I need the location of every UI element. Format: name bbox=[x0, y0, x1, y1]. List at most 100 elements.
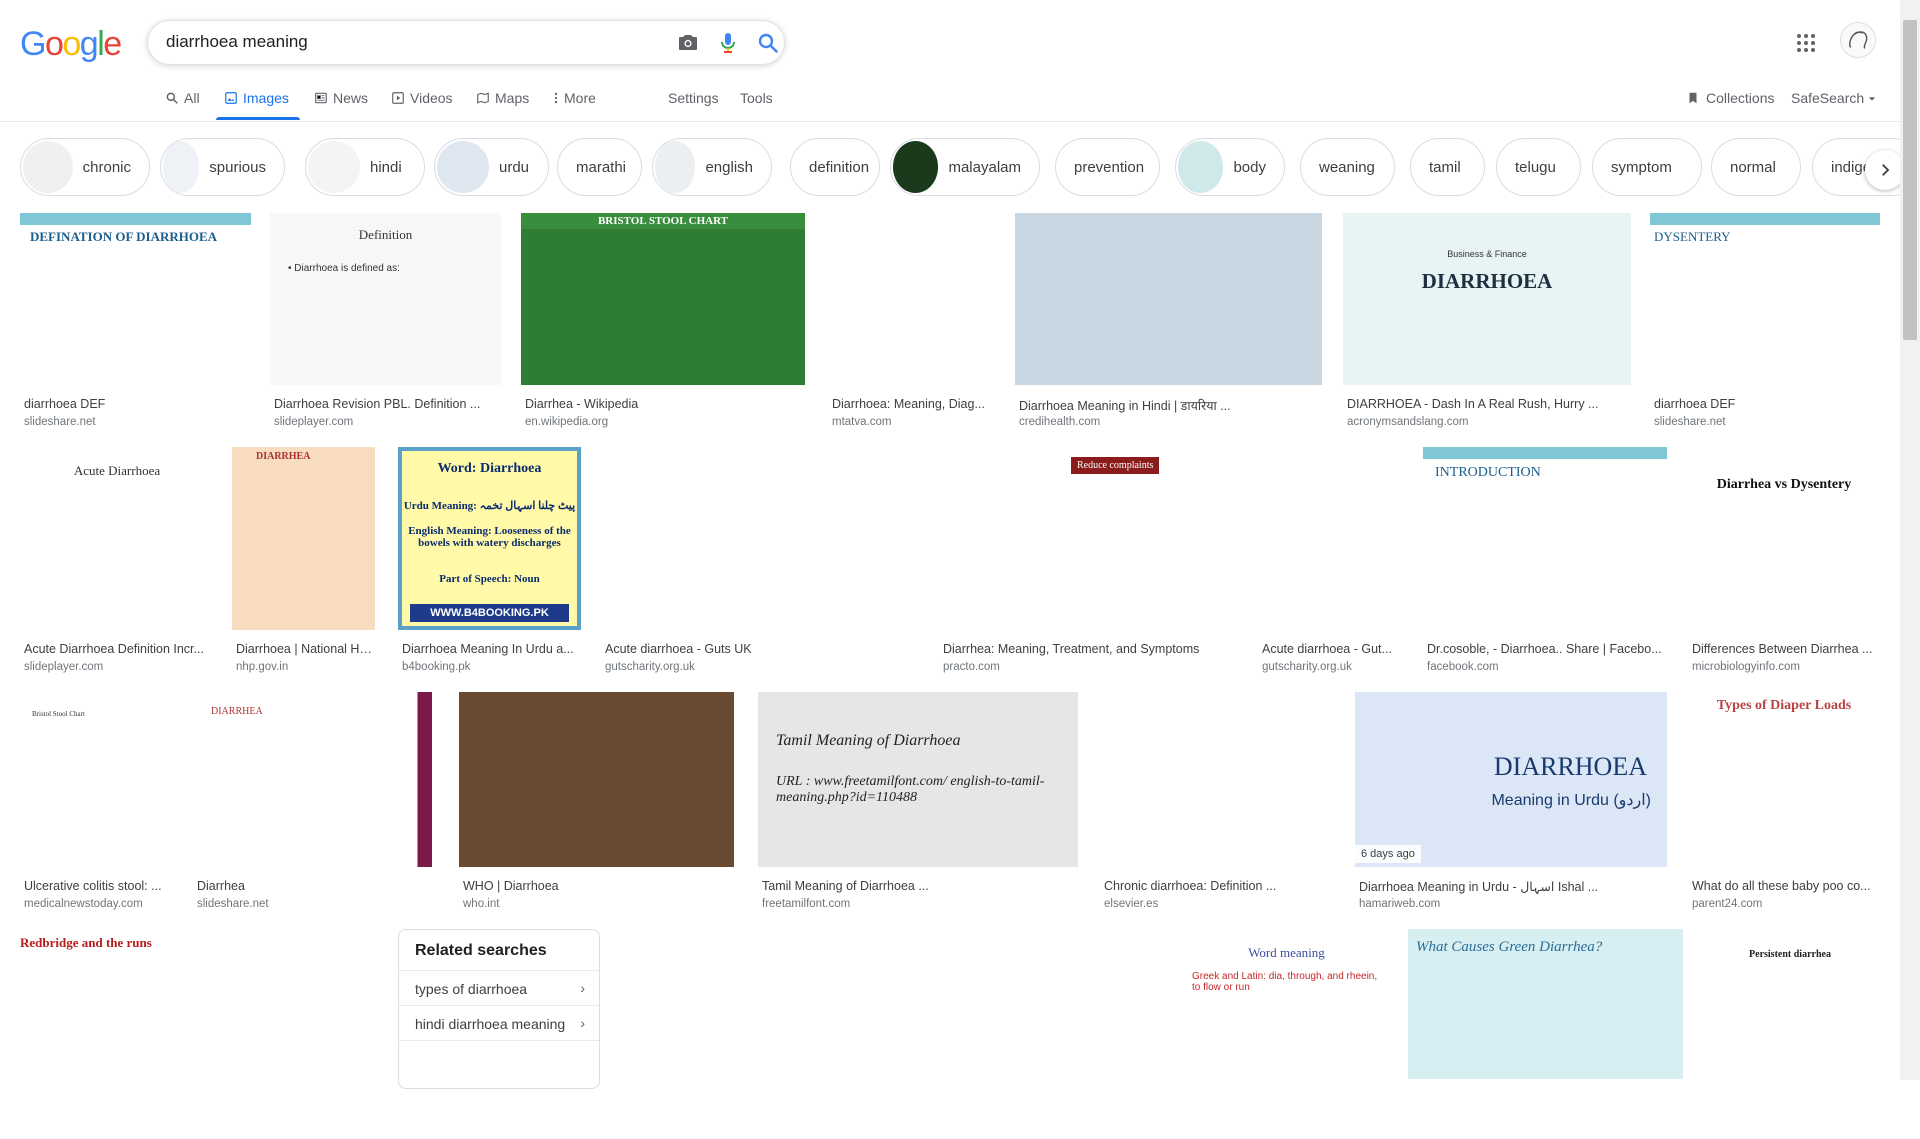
chip-telugu[interactable]: telugu bbox=[1496, 138, 1581, 196]
chip-chronic[interactable]: chronic bbox=[20, 138, 150, 196]
image-result[interactable]: DIARRHOEA Meaning in Urdu (اردو) 6 days ag… bbox=[1355, 692, 1667, 927]
image-result[interactable]: Types of Diaper Loads What do all these b… bbox=[1688, 692, 1880, 927]
image-result[interactable]: Acute diarrhoea - Guts UK gutscharity.org… bbox=[601, 447, 918, 690]
chip-prevention[interactable]: prevention bbox=[1055, 138, 1160, 196]
result-title[interactable]: diarrhoea DEF bbox=[24, 397, 249, 411]
image-result[interactable]: Chronic diarrhoea: Definition ... elsevie… bbox=[1100, 692, 1332, 927]
tab-videos[interactable]: Videos bbox=[391, 90, 453, 106]
image-result[interactable]: Acute Diarrhoea Acute Diarrhoea Definitio… bbox=[20, 447, 214, 690]
result-title[interactable]: Differences Between Diarrhea ... bbox=[1692, 642, 1878, 656]
image-result[interactable]: DIARRHEA Diarrhea slideshare.net bbox=[193, 692, 432, 927]
image-result[interactable] bbox=[1001, 929, 1163, 1139]
tab-all[interactable]: All bbox=[165, 90, 200, 106]
result-title[interactable]: Diarrhoea Meaning in Hindi | डायरिया ... bbox=[1019, 397, 1320, 414]
image-result[interactable]: Diarrhoea: Meaning, Diag... mtatva.com bbox=[828, 213, 994, 445]
result-thumbnail[interactable]: INTRODUCTION bbox=[1423, 447, 1667, 630]
image-result[interactable]: Persistent diarrhea bbox=[1700, 929, 1880, 1139]
result-thumbnail[interactable]: DYSENTERY bbox=[1650, 213, 1880, 385]
result-thumbnail[interactable]: Word meaning Greek and Latin: dia, throug… bbox=[1184, 929, 1389, 1079]
result-thumbnail[interactable]: Definition • Diarrhoea is defined as: bbox=[270, 213, 501, 385]
result-title[interactable]: WHO | Diarrhoea bbox=[463, 879, 732, 893]
result-thumbnail[interactable] bbox=[1015, 213, 1322, 385]
camera-icon[interactable] bbox=[676, 31, 700, 55]
image-result[interactable]: Word: Diarrhoea Urdu Meaning: پیٹ چلنا اس… bbox=[398, 447, 581, 690]
chips-next-button[interactable] bbox=[1865, 150, 1905, 190]
image-result[interactable]: Diarrhoea Meaning in Hindi | डायरिया ...… bbox=[1015, 213, 1322, 445]
result-thumbnail[interactable]: DEFINATION OF DIARRHOEA bbox=[20, 213, 251, 385]
chip-urdu[interactable]: urdu bbox=[434, 138, 549, 196]
image-result[interactable]: INTRODUCTION Dr.cosoble, - Diarrhoea.. Sh… bbox=[1423, 447, 1667, 690]
result-thumbnail[interactable]: BRISTOL STOOL CHART bbox=[521, 213, 805, 385]
image-result[interactable]: What Causes Green Diarrhea? bbox=[1408, 929, 1683, 1139]
settings-link[interactable]: Settings bbox=[668, 90, 719, 106]
image-result[interactable]: Diarrhea vs Dysentery Differences Between… bbox=[1688, 447, 1880, 690]
result-title[interactable]: Diarrhoea Meaning in Urdu - اسہال Ishal … bbox=[1359, 879, 1665, 894]
result-title[interactable]: Diarrhoea | National He... bbox=[236, 642, 373, 656]
safesearch-dropdown[interactable]: SafeSearch bbox=[1791, 90, 1876, 106]
result-title[interactable]: Acute Diarrhoea Definition Incr... bbox=[24, 642, 212, 656]
result-thumbnail[interactable] bbox=[212, 929, 378, 1079]
image-result[interactable]: Bristol Stool Chart Ulcerative colitis st… bbox=[20, 692, 173, 927]
result-title[interactable]: Diarrhea: Meaning, Treatment, and Sympto… bbox=[943, 642, 1237, 656]
result-title[interactable]: Chronic diarrhoea: Definition ... bbox=[1104, 879, 1330, 893]
result-title[interactable]: Dr.cosoble, - Diarrhoea.. Share | Facebo… bbox=[1427, 642, 1665, 656]
chip-tamil[interactable]: tamil bbox=[1410, 138, 1485, 196]
result-thumbnail[interactable] bbox=[1258, 447, 1403, 630]
related-search-item[interactable]: types of diarrhoea › bbox=[399, 971, 599, 1006]
result-thumbnail[interactable]: Tamil Meaning of Diarrhoea URL : www.free… bbox=[758, 692, 1078, 867]
result-title[interactable]: Ulcerative colitis stool: ... bbox=[24, 879, 171, 893]
result-thumbnail[interactable]: Persistent diarrhea bbox=[1700, 929, 1880, 1079]
result-thumbnail[interactable] bbox=[459, 692, 734, 867]
result-thumbnail[interactable] bbox=[601, 447, 918, 630]
image-result[interactable]: Acute diarrhoea - Gut... gutscharity.org.… bbox=[1258, 447, 1403, 690]
result-thumbnail[interactable] bbox=[621, 929, 981, 1079]
result-title[interactable]: Diarrhoea: Meaning, Diag... bbox=[832, 397, 992, 411]
result-title[interactable]: Acute diarrhoea - Guts UK bbox=[605, 642, 916, 656]
image-result[interactable]: WHO | Diarrhoea who.int bbox=[459, 692, 734, 927]
image-result[interactable] bbox=[212, 929, 378, 1139]
result-thumbnail[interactable] bbox=[828, 213, 994, 385]
result-title[interactable]: Diarrhea bbox=[197, 879, 430, 893]
result-thumbnail[interactable]: Reduce complaints bbox=[939, 447, 1239, 630]
scrollbar-thumb[interactable] bbox=[1903, 20, 1917, 340]
image-result[interactable]: DEFINATION OF DIARRHOEA diarrhoea DEF slid… bbox=[20, 213, 251, 445]
chip-body[interactable]: body bbox=[1175, 138, 1285, 196]
tab-more[interactable]: More bbox=[553, 90, 596, 106]
image-result[interactable]: DIARRHEA Diarrhoea | National He... nhp.go… bbox=[232, 447, 375, 690]
result-thumbnail[interactable] bbox=[1001, 929, 1163, 1079]
result-thumbnail[interactable]: DIARRHOEA Meaning in Urdu (اردو) bbox=[1355, 692, 1667, 867]
result-thumbnail[interactable]: Types of Diaper Loads bbox=[1688, 692, 1880, 867]
result-thumbnail[interactable]: Redbridge and the runs bbox=[20, 929, 192, 1079]
chip-hindi[interactable]: hindi bbox=[305, 138, 425, 196]
search-box[interactable] bbox=[147, 20, 785, 65]
result-title[interactable]: Acute diarrhoea - Gut... bbox=[1262, 642, 1401, 656]
tab-news[interactable]: News bbox=[314, 90, 368, 106]
image-result[interactable]: DIARRHOEA Business & Finance DIARRHOEA - D… bbox=[1343, 213, 1631, 445]
image-result[interactable]: Word meaning Greek and Latin: dia, throug… bbox=[1184, 929, 1389, 1139]
image-result[interactable] bbox=[621, 929, 981, 1139]
image-result[interactable]: DYSENTERY diarrhoea DEF slideshare.net bbox=[1650, 213, 1880, 445]
result-thumbnail[interactable]: DIARRHEA bbox=[193, 692, 432, 867]
result-title[interactable]: DIARRHOEA - Dash In A Real Rush, Hurry .… bbox=[1347, 397, 1629, 411]
chip-spurious[interactable]: spurious bbox=[160, 138, 285, 196]
image-result[interactable]: Tamil Meaning of Diarrhoea URL : www.free… bbox=[758, 692, 1078, 927]
result-title[interactable]: Diarrhoea Meaning In Urdu a... bbox=[402, 642, 579, 656]
result-thumbnail[interactable]: What Causes Green Diarrhea? bbox=[1408, 929, 1683, 1079]
search-icon[interactable] bbox=[756, 31, 780, 55]
image-result[interactable]: Definition • Diarrhoea is defined as: Diar… bbox=[270, 213, 501, 445]
chip-definition[interactable]: definition bbox=[790, 138, 880, 196]
image-result[interactable]: BRISTOL STOOL CHART Diarrhea - Wikipedia e… bbox=[521, 213, 805, 445]
chip-marathi[interactable]: marathi bbox=[557, 138, 642, 196]
related-search-item[interactable]: hindi diarrhoea meaning › bbox=[399, 1006, 599, 1041]
collections-link[interactable]: Collections bbox=[1686, 90, 1774, 106]
result-thumbnail[interactable]: Bristol Stool Chart bbox=[20, 692, 173, 867]
image-result[interactable]: Reduce complaints Diarrhea: Meaning, Trea… bbox=[939, 447, 1239, 690]
result-title[interactable]: Diarrhoea Revision PBL. Definition ... bbox=[274, 397, 499, 411]
chip-symptom[interactable]: symptom bbox=[1592, 138, 1702, 196]
chip-malayalam[interactable]: malayalam bbox=[890, 138, 1040, 196]
chip-normal[interactable]: normal bbox=[1711, 138, 1801, 196]
result-title[interactable]: Tamil Meaning of Diarrhoea ... bbox=[762, 879, 1076, 893]
google-logo[interactable]: Google bbox=[20, 25, 122, 64]
search-input[interactable] bbox=[166, 32, 626, 52]
result-title[interactable]: Diarrhea - Wikipedia bbox=[525, 397, 803, 411]
